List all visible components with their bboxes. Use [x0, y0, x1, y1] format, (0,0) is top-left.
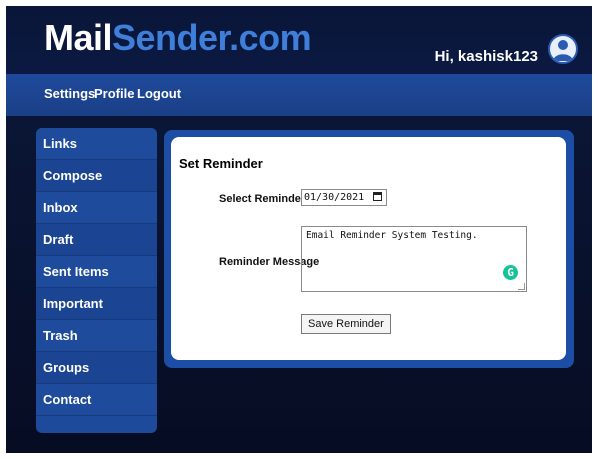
sidebar-item-sent-items[interactable]: Sent Items: [36, 256, 157, 288]
logo-part-mail: Mail: [44, 17, 113, 58]
calendar-icon[interactable]: [373, 192, 382, 201]
set-reminder-panel: Set Reminder Select Reminder Date 01/30/…: [171, 137, 566, 360]
sidebar-item-compose[interactable]: Compose: [36, 160, 157, 192]
sidebar-item-contact[interactable]: Contact: [36, 384, 157, 416]
date-value: 01/30/2021: [304, 192, 365, 203]
nav-profile[interactable]: Profile: [94, 86, 134, 101]
user-greeting: Hi, kashisk123: [434, 48, 538, 65]
sidebar: Links Compose Inbox Draft Sent Items Imp…: [36, 128, 157, 433]
page-title: Set Reminder: [179, 156, 263, 171]
grammarly-icon[interactable]: G: [503, 265, 518, 280]
user-avatar-icon[interactable]: [548, 34, 578, 64]
page-frame: MailSender.com Hi, kashisk123 Settings P…: [6, 6, 592, 453]
sidebar-item-trash[interactable]: Trash: [36, 320, 157, 352]
content-panel-border: Set Reminder Select Reminder Date 01/30/…: [164, 130, 574, 368]
nav-logout[interactable]: Logout: [137, 86, 181, 101]
header: MailSender.com Hi, kashisk123: [6, 6, 592, 74]
sidebar-item-important[interactable]: Important: [36, 288, 157, 320]
message-text: Email Reminder System Testing.: [306, 230, 478, 241]
sidebar-item-inbox[interactable]: Inbox: [36, 192, 157, 224]
save-reminder-button[interactable]: Save Reminder: [301, 314, 391, 334]
sidebar-item-draft[interactable]: Draft: [36, 224, 157, 256]
site-logo[interactable]: MailSender.com: [44, 17, 312, 58]
sidebar-item-links[interactable]: Links: [36, 128, 157, 160]
logo-part-sender: Sender.com: [112, 17, 312, 58]
top-navbar: Settings Profile Logout: [6, 74, 592, 116]
sidebar-item-groups[interactable]: Groups: [36, 352, 157, 384]
reminder-date-input[interactable]: 01/30/2021: [301, 189, 387, 206]
nav-settings[interactable]: Settings: [44, 86, 95, 101]
resize-grip-icon[interactable]: [518, 283, 525, 290]
reminder-message-textarea[interactable]: Email Reminder System Testing. G: [301, 226, 527, 292]
